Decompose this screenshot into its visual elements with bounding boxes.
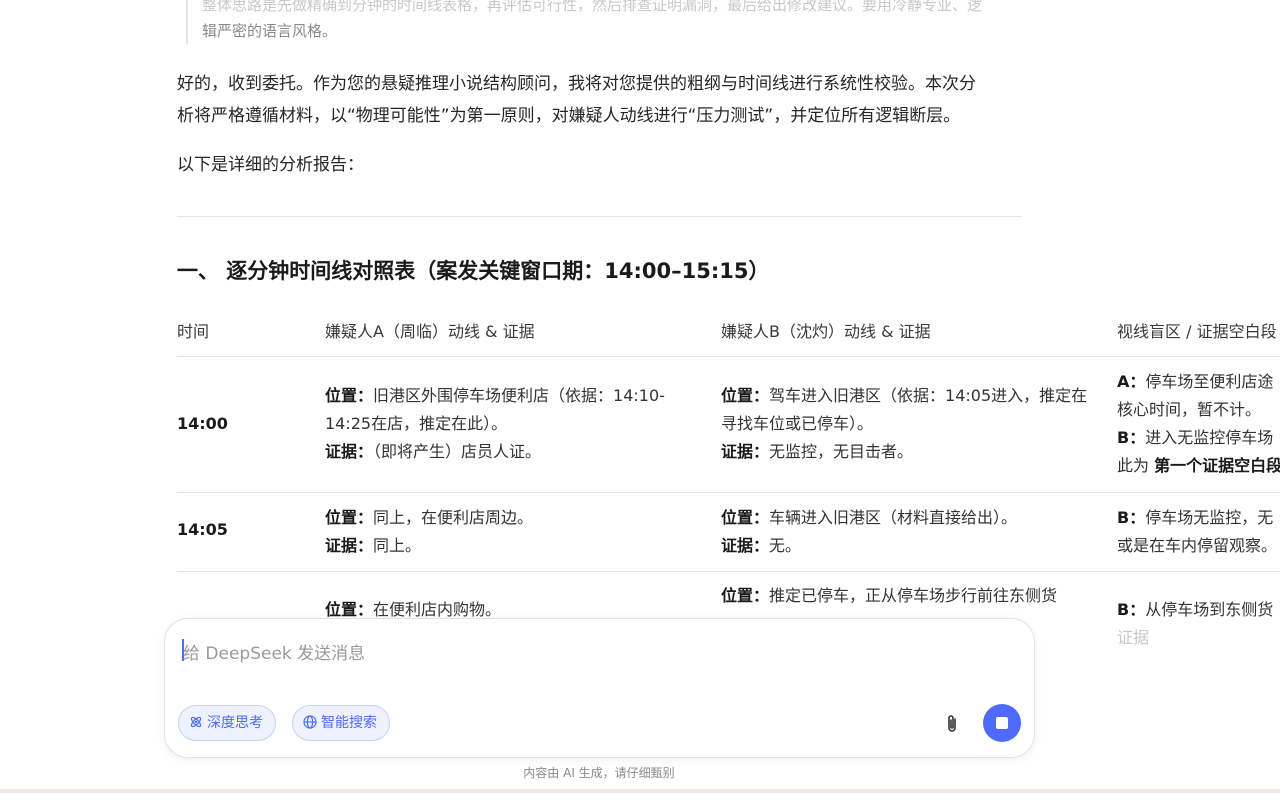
position-label: 位置： (721, 386, 770, 405)
position-label: 位置： (721, 586, 770, 605)
globe-icon (303, 715, 317, 729)
evidence-label: 证据： (721, 536, 770, 555)
position-label: 位置： (325, 386, 374, 405)
intro-paragraph: 好的，收到委托。作为您的悬疑推理小说结构顾问，我将对您提供的粗纲与时间线进行系统… (177, 68, 1027, 132)
blind-b-text: 进入无监控停车场 (1145, 428, 1274, 447)
blind-b-text-2: 或是在车内停留观察。 (1117, 536, 1278, 555)
deep-think-label: 深度思考 (207, 715, 263, 731)
position-text: 推定已停车，正从停车场步行前往东侧货 (769, 586, 1058, 605)
col-suspect-b: 嫌疑人B（沈灼）动线 & 证据 (721, 322, 931, 341)
report-lead: 以下是详细的分析报告： (177, 155, 364, 175)
evidence-label: 证据： (325, 442, 374, 461)
suspect-a-label: A： (1117, 372, 1146, 391)
col-blind-spots: 视线盲区 / 证据空白段 (1117, 322, 1277, 341)
quote-line-1: 整体思路是先做精确到分钟的时间线表格，再评估可行性，然后排查证明漏洞，最后给出修… (202, 0, 983, 14)
blind-a-text-2: 核心时间，暂不计。 (1117, 400, 1262, 419)
col-suspect-a: 嫌疑人A（周临）动线 & 证据 (325, 322, 535, 341)
suspect-b-cell: 位置：车辆进入旧港区（材料直接给出）。 证据：无。 (721, 504, 1091, 560)
section-heading: 一、 逐分钟时间线对照表（案发关键窗口期：14:00–15:15） (177, 259, 770, 283)
blind-b-text-2: 此为 (1117, 456, 1150, 475)
blind-spot-cell: B：从停车场到东侧货 证据 (1117, 596, 1280, 652)
position-text: 车辆进入旧港区（材料直接给出）。 (769, 508, 1018, 527)
web-search-label: 智能搜索 (321, 715, 377, 731)
table-row: 14:00 位置：旧港区外围停车场便利店（依据：14:10-14:25在店，推定… (177, 356, 1280, 493)
suspect-b-label: B： (1117, 428, 1146, 447)
position-text: 同上，在便利店周边。 (373, 508, 534, 527)
quoted-instructions: 整体思路是先做精确到分钟的时间线表格，再评估可行性，然后排查证明漏洞，最后给出修… (186, 0, 1052, 44)
col-time: 时间 (177, 322, 210, 341)
intro-line-1: 好的，收到委托。作为您的悬疑推理小说结构顾问，我将对您提供的粗纲与时间线进行系统… (177, 74, 976, 94)
position-text: 在便利店内购物。 (373, 600, 502, 619)
blind-b-text-2: 证据 (1117, 628, 1150, 647)
divider (177, 216, 1022, 217)
row-time: 14:00 (177, 414, 228, 433)
suspect-a-cell: 位置：同上，在便利店周边。 证据：同上。 (325, 504, 695, 560)
evidence-text: 同上。 (373, 536, 422, 555)
blind-b-text: 停车场无监控，无 (1145, 508, 1274, 527)
paperclip-icon[interactable] (941, 713, 963, 735)
blind-spot-cell: A：停车场至便利店途 核心时间，暂不计。 B：进入无监控停车场 此为 第一个证据… (1117, 368, 1280, 480)
position-label: 位置： (325, 600, 374, 619)
evidence-text: （即将产生）店员人证。 (373, 442, 542, 461)
suspect-b-label: B： (1117, 508, 1146, 527)
quote-line-2: 辑严密的语言风格。 (202, 22, 338, 40)
evidence-label: 证据： (325, 536, 374, 555)
atom-icon (190, 716, 202, 728)
position-label: 位置： (721, 508, 770, 527)
evidence-label: 证据： (721, 442, 770, 461)
intro-line-2: 析将严格遵循材料，以“物理可能性”为第一原则，对嫌疑人动线进行“压力测试”，并定… (177, 106, 961, 126)
table-row: 14:05 位置：同上，在便利店周边。 证据：同上。 位置：车辆进入旧港区（材料… (177, 492, 1280, 572)
stop-icon (996, 717, 1008, 729)
blind-a-text: 停车场至便利店途 (1145, 372, 1274, 391)
position-text: 旧港区外围停车场便利店（依据：14:10-14:25在店，推定在此）。 (325, 386, 665, 433)
table-header: 时间 嫌疑人A（周临）动线 & 证据 嫌疑人B（沈灼）动线 & 证据 视线盲区 … (177, 310, 1280, 357)
position-text: 驾车进入旧港区（依据：14:05进入，推定在寻找车位或已停车）。 (721, 386, 1088, 433)
evidence-text: 无监控，无目击者。 (769, 442, 914, 461)
suspect-b-cell: 位置：驾车进入旧港区（依据：14:05进入，推定在寻找车位或已停车）。 证据：无… (721, 382, 1091, 466)
ai-disclaimer: 内容由 AI 生成，请仔细甄别 (523, 766, 675, 780)
message-composer[interactable]: 给 DeepSeek 发送消息 深度思考 智能搜索 (164, 618, 1035, 758)
suspect-a-cell: 位置：旧港区外围停车场便利店（依据：14:10-14:25在店，推定在此）。 证… (325, 382, 695, 466)
suspect-b-cell: 位置：推定已停车，正从停车场步行前往东侧货 (721, 582, 1091, 610)
web-search-button[interactable]: 智能搜索 (292, 705, 390, 741)
blind-spot-cell: B：停车场无监控，无 或是在车内停留观察。 (1117, 504, 1280, 560)
evidence-text: 无。 (769, 536, 802, 555)
stop-generation-button[interactable] (983, 704, 1021, 742)
row-time: 14:05 (177, 520, 228, 539)
bottom-border (0, 789, 1280, 793)
message-input[interactable]: 给 DeepSeek 发送消息 (183, 639, 365, 664)
suspect-b-label: B： (1117, 600, 1146, 619)
deep-think-button[interactable]: 深度思考 (178, 705, 276, 741)
blind-b-text: 从停车场到东侧货 (1145, 600, 1274, 619)
position-label: 位置： (325, 508, 374, 527)
blind-b-emphasis: 第一个证据空白段 (1154, 456, 1280, 475)
